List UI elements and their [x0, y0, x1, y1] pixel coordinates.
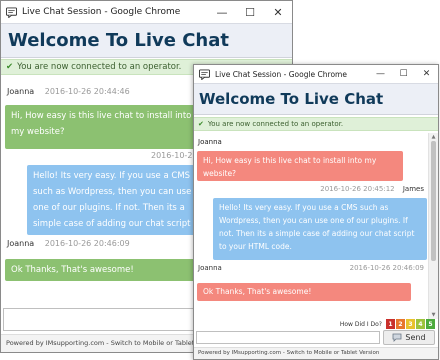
message-bubble: Hello! Its very easy. If you use a CMS s… [213, 198, 427, 260]
rating-label: How Did I Do? [339, 320, 382, 328]
message-bubble: Hello! Its very easy. If you use a CMS s… [27, 165, 212, 235]
speech-bubble-icon [393, 333, 402, 342]
message-bubble: Hi, How easy is this live chat to instal… [5, 105, 205, 149]
message-author: Joanna [7, 87, 35, 96]
notice-text: You are now connected to an operator. [207, 120, 344, 128]
checkmark-icon: ✔ [198, 120, 204, 128]
rating-1-button[interactable]: 1 [386, 319, 395, 329]
scrollbar-thumb[interactable] [431, 141, 436, 261]
message-time: 2016-10-26 20:44:46 [44, 87, 130, 96]
send-button[interactable]: Send [383, 330, 435, 345]
message-list: Joanna Hi, How easy is this live chat to… [194, 133, 428, 319]
message-bubble: Ok Thanks, That's awesome! [5, 259, 205, 281]
rating-5-button[interactable]: 5 [426, 319, 435, 329]
message-author: Joanna [7, 239, 35, 248]
message-meta: Joanna 2016-10-26 20:46:09 [7, 239, 130, 248]
rating-2-button[interactable]: 2 [396, 319, 405, 329]
chat-window-front: Live Chat Session - Google Chrome — ☐ ✕ … [193, 64, 439, 360]
scroll-down-icon[interactable]: ▼ [429, 311, 438, 319]
maximize-button[interactable]: ☐ [392, 65, 415, 83]
page-title: Welcome To Live Chat [194, 83, 438, 115]
footer[interactable]: Powered by IMsupporting.com - Switch to … [194, 347, 438, 359]
title-bar[interactable]: Live Chat Session - Google Chrome — ☐ ✕ [1, 1, 292, 23]
message-bubble: Hi, How easy is this live chat to instal… [197, 151, 403, 181]
message-meta: 2016-10-26 20:45:12 James [320, 185, 424, 193]
close-button[interactable]: ✕ [264, 1, 292, 23]
window-title: Live Chat Session - Google Chrome [22, 7, 181, 17]
message-input-row: Send [194, 329, 438, 346]
message-scrollbar[interactable]: ▲ ▼ [428, 133, 438, 319]
chat-app-icon [199, 68, 210, 80]
chat-app-icon [6, 6, 17, 18]
maximize-button[interactable]: ☐ [236, 1, 264, 23]
message-time: 2016-10-26 20:46:09 [44, 239, 130, 248]
send-label: Send [405, 333, 426, 342]
message-meta: 2016-10-26 20:46:09 [350, 264, 424, 272]
title-bar[interactable]: Live Chat Session - Google Chrome — ☐ ✕ [194, 65, 438, 83]
message-input[interactable] [196, 331, 380, 344]
scroll-up-icon[interactable]: ▲ [429, 133, 438, 141]
rating-3-button[interactable]: 3 [406, 319, 415, 329]
message-time: 2016-10-26 20:45:12 [320, 185, 395, 193]
message-meta: Joanna 2016-10-26 20:44:46 [7, 87, 130, 96]
message-author: Joanna [198, 138, 222, 146]
connection-notice: ✔ You are now connected to an operator. [194, 117, 438, 131]
page-title: Welcome To Live Chat [1, 23, 292, 58]
window-title: Live Chat Session - Google Chrome [215, 69, 347, 79]
close-button[interactable]: ✕ [415, 65, 438, 83]
rating-bar: How Did I Do? 1 2 3 4 5 [340, 319, 435, 329]
message-author: James [402, 185, 424, 193]
notice-text: You are now connected to an operator. [17, 62, 182, 72]
message-time: 2016-10-26 20:46:09 [349, 264, 424, 272]
message-bubble: Ok Thanks, That's awesome! [197, 283, 411, 301]
checkmark-icon: ✔ [6, 62, 14, 72]
minimize-button[interactable]: — [369, 65, 392, 83]
rating-4-button[interactable]: 4 [416, 319, 425, 329]
minimize-button[interactable]: — [208, 1, 236, 23]
message-meta: Joanna [198, 264, 222, 272]
message-author: Joanna [198, 264, 222, 272]
